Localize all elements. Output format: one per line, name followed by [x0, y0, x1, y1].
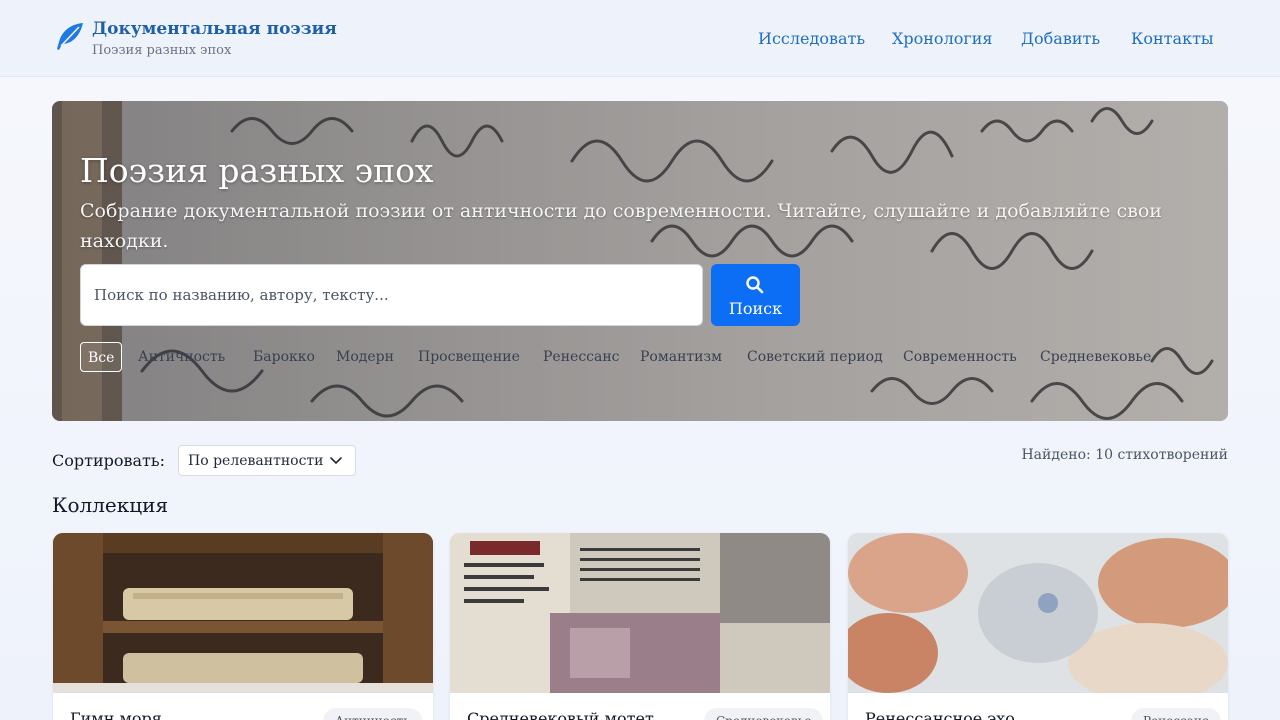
results-count: Найдено: 10 стихотворений: [1021, 447, 1228, 463]
sort-label: Сортировать:: [52, 451, 166, 470]
nav-link-timeline[interactable]: Хронология: [892, 29, 993, 48]
card-era-badge: Средневековье: [704, 708, 824, 720]
search-input[interactable]: [80, 264, 703, 326]
card-era-badge: Ренессанс: [1131, 708, 1221, 720]
card-era-badge: Античность: [323, 708, 422, 720]
search-button-label: Поиск: [728, 299, 783, 318]
card-title: Ренессансное эхо: [865, 709, 1015, 720]
nav-link-explore[interactable]: Исследовать: [758, 29, 865, 48]
chevron-down-icon: [330, 457, 342, 465]
main-nav: Исследовать Хронология Добавить Контакты: [0, 29, 1280, 51]
filter-chip-renaissance[interactable]: Ренессанс: [543, 342, 620, 372]
filter-chip-antiquity[interactable]: Античность: [138, 342, 225, 372]
poem-card[interactable]: Средневековый мотет Средневековье: [450, 533, 830, 720]
collection-title: Коллекция: [52, 493, 169, 517]
sort-select-value: По релевантности: [188, 453, 324, 469]
sort-select[interactable]: По релевантности: [178, 445, 356, 476]
hero-banner: Поэзия разных эпох Собрание документальн…: [52, 101, 1228, 421]
card-title: Гимн моря: [70, 709, 162, 720]
poem-card[interactable]: Ренессансное эхо Ренессанс: [848, 533, 1228, 720]
hero-title: Поэзия разных эпох: [80, 151, 434, 190]
nav-link-add[interactable]: Добавить: [1021, 29, 1100, 48]
card-title: Средневековый мотет: [467, 709, 654, 720]
search-icon: [746, 276, 764, 294]
filter-chip-soviet[interactable]: Советский период: [747, 342, 883, 372]
filter-chip-all[interactable]: Все: [80, 342, 123, 372]
card-image-manuscript: [450, 533, 830, 693]
filter-chip-medieval[interactable]: Средневековье: [1040, 342, 1151, 372]
filter-chip-contemporary[interactable]: Современность: [903, 342, 1017, 372]
filter-chip-romanticism[interactable]: Романтизм: [640, 342, 722, 372]
poem-card[interactable]: Гимн моря Античность: [53, 533, 433, 720]
filter-chip-modern[interactable]: Модерн: [336, 342, 394, 372]
filter-chip-enlightenment[interactable]: Просвещение: [418, 342, 520, 372]
nav-link-contacts[interactable]: Контакты: [1131, 29, 1214, 48]
card-image-scrolls: [53, 533, 433, 693]
site-header: Документальная поэзия Поэзия разных эпох…: [0, 0, 1280, 77]
card-image-fresco: [848, 533, 1228, 693]
search-button[interactable]: Поиск: [711, 264, 800, 326]
hero-description: Собрание документальной поэзии от античн…: [80, 200, 1162, 252]
filter-chip-baroque[interactable]: Барокко: [253, 342, 315, 372]
